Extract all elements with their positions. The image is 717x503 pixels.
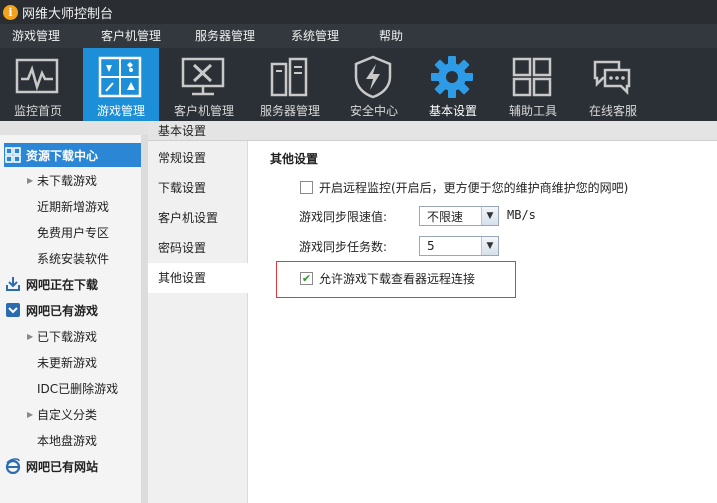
chevron-down-icon[interactable]: ▼ [481, 237, 498, 255]
toolbar-label: 辅助工具 [508, 104, 557, 118]
remote-monitor-checkbox[interactable] [300, 181, 313, 194]
monitor-pulse-icon [14, 56, 60, 98]
sidebar-section-label: 网吧正在下载 [26, 277, 99, 292]
sidebar-item-idc-deleted[interactable]: IDC已删除游戏 [37, 378, 118, 400]
sidebar-header-strip [0, 121, 148, 135]
server-icon [266, 56, 312, 98]
main-toolbar: 监控首页 游戏管理 客户机管理 服务器管理 安全中心 基本设置 辅助工具 在线客… [0, 48, 717, 121]
resource-sidebar: 资源下载中心 ▶ 未下载游戏 近期新增游戏 免费用户专区 系统安装软件 网吧正在下… [0, 121, 148, 503]
four-squares-icon [509, 56, 555, 98]
grid-icon [4, 146, 22, 164]
speed-limit-label: 游戏同步限速值: [299, 210, 388, 224]
sidebar-scrollbar[interactable] [141, 135, 148, 503]
section-title: 其他设置 [270, 152, 319, 166]
toolbar-label: 游戏管理 [96, 104, 145, 118]
sidebar-section-label: 网吧已有游戏 [26, 303, 99, 318]
sidebar-item-not-updated[interactable]: 未更新游戏 [37, 352, 97, 374]
subnav-password-settings[interactable]: 密码设置 [148, 233, 248, 263]
sidebar-section-resource-download[interactable]: 资源下载中心 [4, 143, 141, 167]
gamepad-grid-icon [97, 56, 143, 98]
chevron-down-icon[interactable]: ▼ [481, 207, 498, 225]
expand-arrow-icon[interactable]: ▶ [27, 404, 33, 426]
app-logo-icon: i [3, 4, 18, 20]
sidebar-section-downloading[interactable]: 网吧正在下载 [4, 272, 141, 296]
task-count-select[interactable]: 5 ▼ [419, 236, 499, 256]
allow-remote-checkbox[interactable]: ✔ [300, 272, 313, 285]
menu-server[interactable]: 服务器管理 [195, 24, 255, 48]
sidebar-item-downloaded[interactable]: ▶ 已下载游戏 [27, 326, 98, 348]
sidebar-item-not-downloaded[interactable]: ▶ 未下载游戏 [27, 170, 98, 192]
allow-remote-option[interactable]: ✔ 允许游戏下载查看器远程连接 [300, 270, 475, 287]
sidebar-item-label: 自定义分类 [37, 408, 98, 422]
other-settings-content: 其他设置 开启远程监控(开启后，更方便于您的维护商维护您的网吧) 游戏同步限速值… [248, 141, 717, 503]
subnav-other-settings[interactable]: 其他设置 [148, 263, 248, 293]
remote-monitor-label: 开启远程监控(开启后，更方便于您的维护商维护您的网吧) [319, 181, 629, 195]
tools-monitor-icon [180, 56, 226, 98]
settings-subnav: 常规设置 下载设置 客户机设置 密码设置 其他设置 [148, 141, 248, 503]
toolbar-label: 客户机管理 [173, 104, 234, 118]
sidebar-item-recent-games[interactable]: 近期新增游戏 [37, 196, 109, 218]
ie-icon [4, 457, 22, 475]
speed-limit-value: 不限速 [427, 209, 464, 224]
sidebar-section-existing-sites[interactable]: 网吧已有网站 [4, 454, 141, 478]
menu-client[interactable]: 客户机管理 [101, 24, 161, 48]
toolbar-label: 监控首页 [13, 104, 62, 118]
toolbar-server-management[interactable]: 服务器管理 [252, 48, 328, 121]
toolbar-client-management[interactable]: 客户机管理 [166, 48, 242, 121]
sidebar-item-label: 未下载游戏 [37, 174, 98, 188]
shield-bolt-icon [350, 55, 396, 99]
toolbar-game-management[interactable]: 游戏管理 [83, 48, 159, 121]
menu-game[interactable]: 游戏管理 [12, 24, 60, 48]
settings-panel: 基本设置 常规设置 下载设置 客户机设置 密码设置 其他设置 其他设置 开启远程… [148, 121, 717, 503]
menu-bar: 游戏管理 客户机管理 服务器管理 系统管理 帮助 [0, 24, 717, 48]
panel-title: 基本设置 [148, 121, 717, 141]
subnav-client-settings[interactable]: 客户机设置 [148, 203, 248, 233]
sidebar-item-system-software[interactable]: 系统安装软件 [37, 248, 109, 270]
toolbar-basic-settings[interactable]: 基本设置 [415, 48, 491, 121]
download-tray-icon [4, 275, 22, 293]
task-count-value: 5 [427, 239, 435, 253]
gear-icon [429, 56, 475, 98]
chat-bubbles-icon [589, 56, 635, 98]
sidebar-item-local-disk[interactable]: 本地盘游戏 [37, 430, 97, 452]
allow-remote-label: 允许游戏下载查看器远程连接 [319, 272, 476, 286]
toolbar-monitor-home[interactable]: 监控首页 [0, 48, 76, 121]
sidebar-item-label: 已下载游戏 [37, 330, 98, 344]
menu-help[interactable]: 帮助 [379, 24, 403, 48]
toolbar-online-service[interactable]: 在线客服 [575, 48, 651, 121]
box-down-icon [4, 301, 22, 319]
window-title: 网维大师控制台 [22, 6, 114, 22]
task-count-label: 游戏同步任务数: [299, 240, 388, 254]
sidebar-section-label: 网吧已有网站 [26, 459, 99, 474]
remote-monitor-option[interactable]: 开启远程监控(开启后，更方便于您的维护商维护您的网吧) [300, 179, 628, 196]
subnav-download-settings[interactable]: 下载设置 [148, 173, 248, 203]
subnav-general-settings[interactable]: 常规设置 [148, 143, 248, 173]
sidebar-item-custom-category[interactable]: ▶ 自定义分类 [27, 404, 98, 426]
expand-arrow-icon[interactable]: ▶ [27, 170, 33, 192]
toolbar-label: 安全中心 [349, 104, 398, 118]
speed-limit-unit: MB/s [507, 208, 536, 222]
sidebar-section-existing-games[interactable]: 网吧已有游戏 [4, 298, 141, 322]
sidebar-section-label: 资源下载中心 [26, 148, 99, 163]
sidebar-item-free-zone[interactable]: 免费用户专区 [37, 222, 109, 244]
toolbar-label: 基本设置 [428, 104, 477, 118]
toolbar-label: 在线客服 [588, 104, 637, 118]
expand-arrow-icon[interactable]: ▶ [27, 326, 33, 348]
toolbar-security-center[interactable]: 安全中心 [336, 48, 412, 121]
toolbar-label: 服务器管理 [259, 104, 320, 118]
menu-system[interactable]: 系统管理 [291, 24, 339, 48]
toolbar-auxiliary-tools[interactable]: 辅助工具 [495, 48, 571, 121]
speed-limit-select[interactable]: 不限速 ▼ [419, 206, 499, 226]
title-bar: i 网维大师控制台 [0, 0, 717, 24]
